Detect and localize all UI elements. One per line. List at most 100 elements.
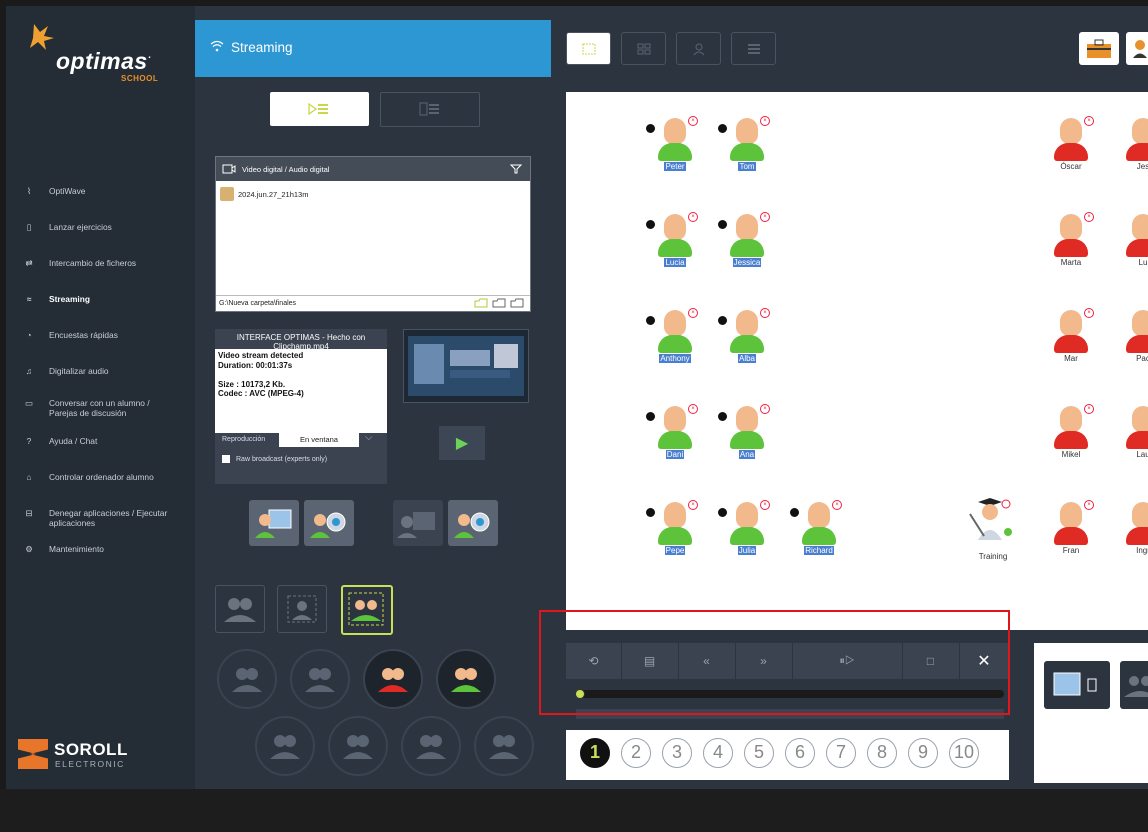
sidebar-item-conversar-con-un-alumno-parejas-de-discusi-n[interactable]: ▭ Conversar con un alumno / Parejas de di… [6,398,211,418]
view-webcam-button[interactable] [676,32,721,65]
group-6-button[interactable] [328,716,388,776]
student-lau[interactable]: ×Lau [1114,398,1148,474]
group-4-button[interactable] [436,649,496,709]
student-dani[interactable]: × Dani [646,398,706,474]
group-selected-button[interactable] [341,585,393,635]
zoom-icon[interactable]: × [1084,404,1094,414]
student-alba[interactable]: × Alba [718,302,778,378]
sidebar-item-denegar-aplicaciones-ejecutar-aplicaciones[interactable]: ⊟ Denegar aplicaciones / Ejecutar aplicac… [6,508,211,528]
zoom-icon[interactable]: × [1084,116,1094,126]
student-pepe[interactable]: × Pepe [646,494,706,570]
student-avatar [736,118,758,144]
group-all-button[interactable] [215,585,265,633]
group-2-button[interactable] [290,649,350,709]
file-mode-button[interactable] [380,92,480,127]
view-list-button[interactable] [731,32,776,65]
student-pac[interactable]: ×Pac [1114,302,1148,378]
raw-broadcast-checkbox[interactable]: Raw broadcast (experts only) [222,455,327,463]
video-mode-button[interactable] [270,92,369,126]
cast-group-button[interactable] [1120,661,1148,709]
group-7-button[interactable] [401,716,461,776]
raw-broadcast-label: Raw broadcast (experts only) [236,455,328,463]
student-mar[interactable]: × Mar [1042,302,1102,378]
zoom-icon[interactable]: × [760,404,770,414]
zoom-icon[interactable]: × [832,500,842,510]
page-8-button[interactable]: 8 [867,738,897,768]
student-name: Fran [1048,546,1094,555]
playback-mode-select[interactable]: En ventana [279,433,359,447]
zoom-icon[interactable]: × [688,116,698,126]
user-button[interactable] [1126,32,1148,65]
group-5-button[interactable] [255,716,315,776]
zoom-icon[interactable]: × [688,500,698,510]
file-item[interactable]: 2024.jun.27_21h13m [220,187,308,201]
group-1-button[interactable] [217,649,277,709]
student-name-text: Anthony [659,354,691,363]
group-8-button[interactable] [474,716,534,776]
view-tiles-button[interactable] [621,32,666,65]
student-mikel[interactable]: × Mikel [1042,398,1102,474]
page-3-button[interactable]: 3 [662,738,692,768]
new-folder-icon[interactable] [510,298,524,308]
student-julia[interactable]: × Julia [718,494,778,570]
page-1-button[interactable]: 1 [580,738,610,768]
student-screen-button[interactable] [393,500,443,546]
student-ingr[interactable]: ×Ingr [1114,494,1148,570]
student-fran[interactable]: × Fran [1042,494,1102,570]
page-6-button[interactable]: 6 [785,738,815,768]
zoom-icon[interactable]: × [760,212,770,222]
cast-webcam-button[interactable] [304,500,354,546]
sidebar-item-controlar-ordenador-alumno[interactable]: ⌂ Controlar ordenador alumno [6,472,211,484]
filter-icon[interactable] [510,164,522,174]
group-grid-button[interactable] [277,585,327,633]
cast-monitor-button[interactable] [1044,661,1110,709]
folder-icon[interactable] [492,298,506,308]
page-4-button[interactable]: 4 [703,738,733,768]
student-name: Jes [1120,162,1148,171]
play-button[interactable]: ▶ [439,426,485,460]
page-7-button[interactable]: 7 [826,738,856,768]
teacher-station[interactable]: Training [964,496,1024,572]
zoom-icon[interactable]: × [688,308,698,318]
page-5-button[interactable]: 5 [744,738,774,768]
sidebar-item-ayuda-chat[interactable]: ? Ayuda / Chat [6,436,211,448]
sidebar-item-label: Controlar ordenador alumno [49,472,154,482]
folder-up-icon[interactable] [474,298,488,308]
student-ana[interactable]: × Ana [718,398,778,474]
sidebar-item-optiwave[interactable]: ⌇ OptiWave [6,186,211,198]
student-webcam-button[interactable] [448,500,498,546]
student-lucia[interactable]: × Lucia [646,206,706,282]
page-2-button[interactable]: 2 [621,738,651,768]
sidebar-item-mantenimiento[interactable]: ⚙ Mantenimiento [6,544,211,556]
student-jessica[interactable]: × Jessica [718,206,778,282]
sidebar-item-lanzar-ejercicios[interactable]: ▯ Lanzar ejercicios [6,222,211,234]
student-richard[interactable]: × Richard [790,494,850,570]
zoom-icon[interactable]: × [1084,308,1094,318]
zoom-icon[interactable]: × [1084,212,1094,222]
group-3-button[interactable] [363,649,423,709]
sidebar-item-streaming[interactable]: ≈ Streaming [6,294,211,306]
zoom-icon[interactable]: × [760,308,770,318]
chevron-down-icon[interactable]: ⌵ [365,432,373,443]
page-9-button[interactable]: 9 [908,738,938,768]
sidebar-item-digitalizar-audio[interactable]: ♫ Digitalizar audio [6,366,211,378]
student-marta[interactable]: × Marta [1042,206,1102,282]
cast-screen-button[interactable] [249,500,299,546]
zoom-icon[interactable]: × [688,212,698,222]
zoom-icon[interactable]: × [688,404,698,414]
zoom-icon[interactable]: × [1084,500,1094,510]
student-peter[interactable]: × Peter [646,110,706,186]
view-grid-button[interactable] [566,32,611,65]
sidebar-item-intercambio-de-ficheros[interactable]: ⇄ Intercambio de ficheros [6,258,211,270]
zoom-icon[interactable]: × [760,500,770,510]
sidebar-item-encuestas-r-pidas[interactable]: ◔ Encuestas rápidas [6,330,211,342]
student-lu[interactable]: ×Lu [1114,206,1148,282]
page-10-button[interactable]: 10 [949,738,979,768]
student-jes[interactable]: ×Jes [1114,110,1148,186]
student-anthony[interactable]: × Anthony [646,302,706,378]
toolbox-button[interactable] [1079,32,1119,65]
student-tom[interactable]: × Tom [718,110,778,186]
student--scar[interactable]: × Óscar [1042,110,1102,186]
student-body-icon [1054,143,1088,161]
zoom-icon[interactable]: × [760,116,770,126]
